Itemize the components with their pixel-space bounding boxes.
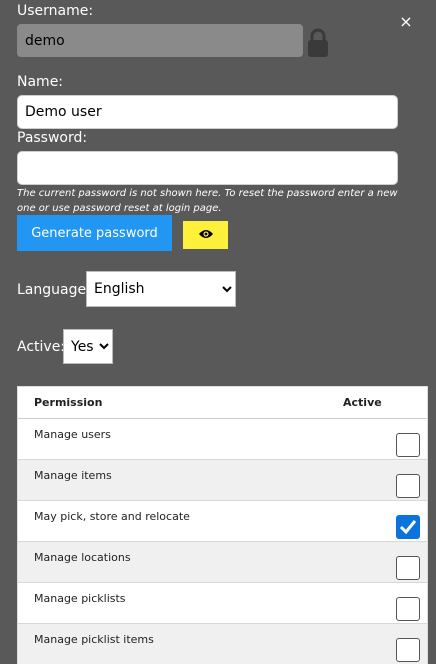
table-row: Manage items <box>18 460 427 501</box>
table-row: Manage picklist items <box>18 624 427 664</box>
password-input[interactable] <box>17 151 398 185</box>
active-column-header: Active <box>343 396 382 409</box>
table-row: Manage locations <box>18 542 427 583</box>
table-row: Manage picklists <box>18 583 427 624</box>
permission-column-header: Permission <box>34 396 103 409</box>
name-label: Name: <box>17 74 64 90</box>
permission-name: Manage items <box>34 469 112 482</box>
username-field: demo <box>17 24 303 57</box>
permission-name: Manage locations <box>34 551 131 564</box>
generate-password-button[interactable]: Generate password <box>17 215 172 251</box>
close-icon[interactable]: × <box>398 14 414 30</box>
permission-active-checkbox[interactable] <box>396 556 420 580</box>
table-row: May pick, store and relocate <box>18 501 427 542</box>
username-label: Username: <box>17 3 94 19</box>
password-label: Password: <box>17 130 88 146</box>
permission-name: Manage picklist items <box>34 633 154 646</box>
show-password-button[interactable] <box>183 221 228 249</box>
permission-active-checkbox[interactable] <box>396 433 420 457</box>
language-select[interactable]: English <box>86 271 236 307</box>
permission-active-checkbox[interactable] <box>396 515 420 539</box>
permissions-table-header: Permission Active <box>18 387 427 419</box>
table-row: Manage users <box>18 419 427 460</box>
active-label: Active: <box>17 339 66 355</box>
permission-name: Manage users <box>34 428 111 441</box>
permission-name: May pick, store and relocate <box>34 510 190 523</box>
permission-active-checkbox[interactable] <box>396 474 420 498</box>
active-select[interactable]: Yes <box>63 329 113 364</box>
name-input[interactable] <box>17 95 398 129</box>
permission-active-checkbox[interactable] <box>396 597 420 621</box>
permission-active-checkbox[interactable] <box>396 638 420 662</box>
permissions-table: Permission Active Manage users Manage ite… <box>17 386 428 664</box>
permission-name: Manage picklists <box>34 592 126 605</box>
language-label: Language: <box>17 282 91 298</box>
lock-icon <box>307 28 329 58</box>
eye-icon <box>198 228 214 243</box>
password-hint: The current password is not shown here. … <box>17 188 398 214</box>
